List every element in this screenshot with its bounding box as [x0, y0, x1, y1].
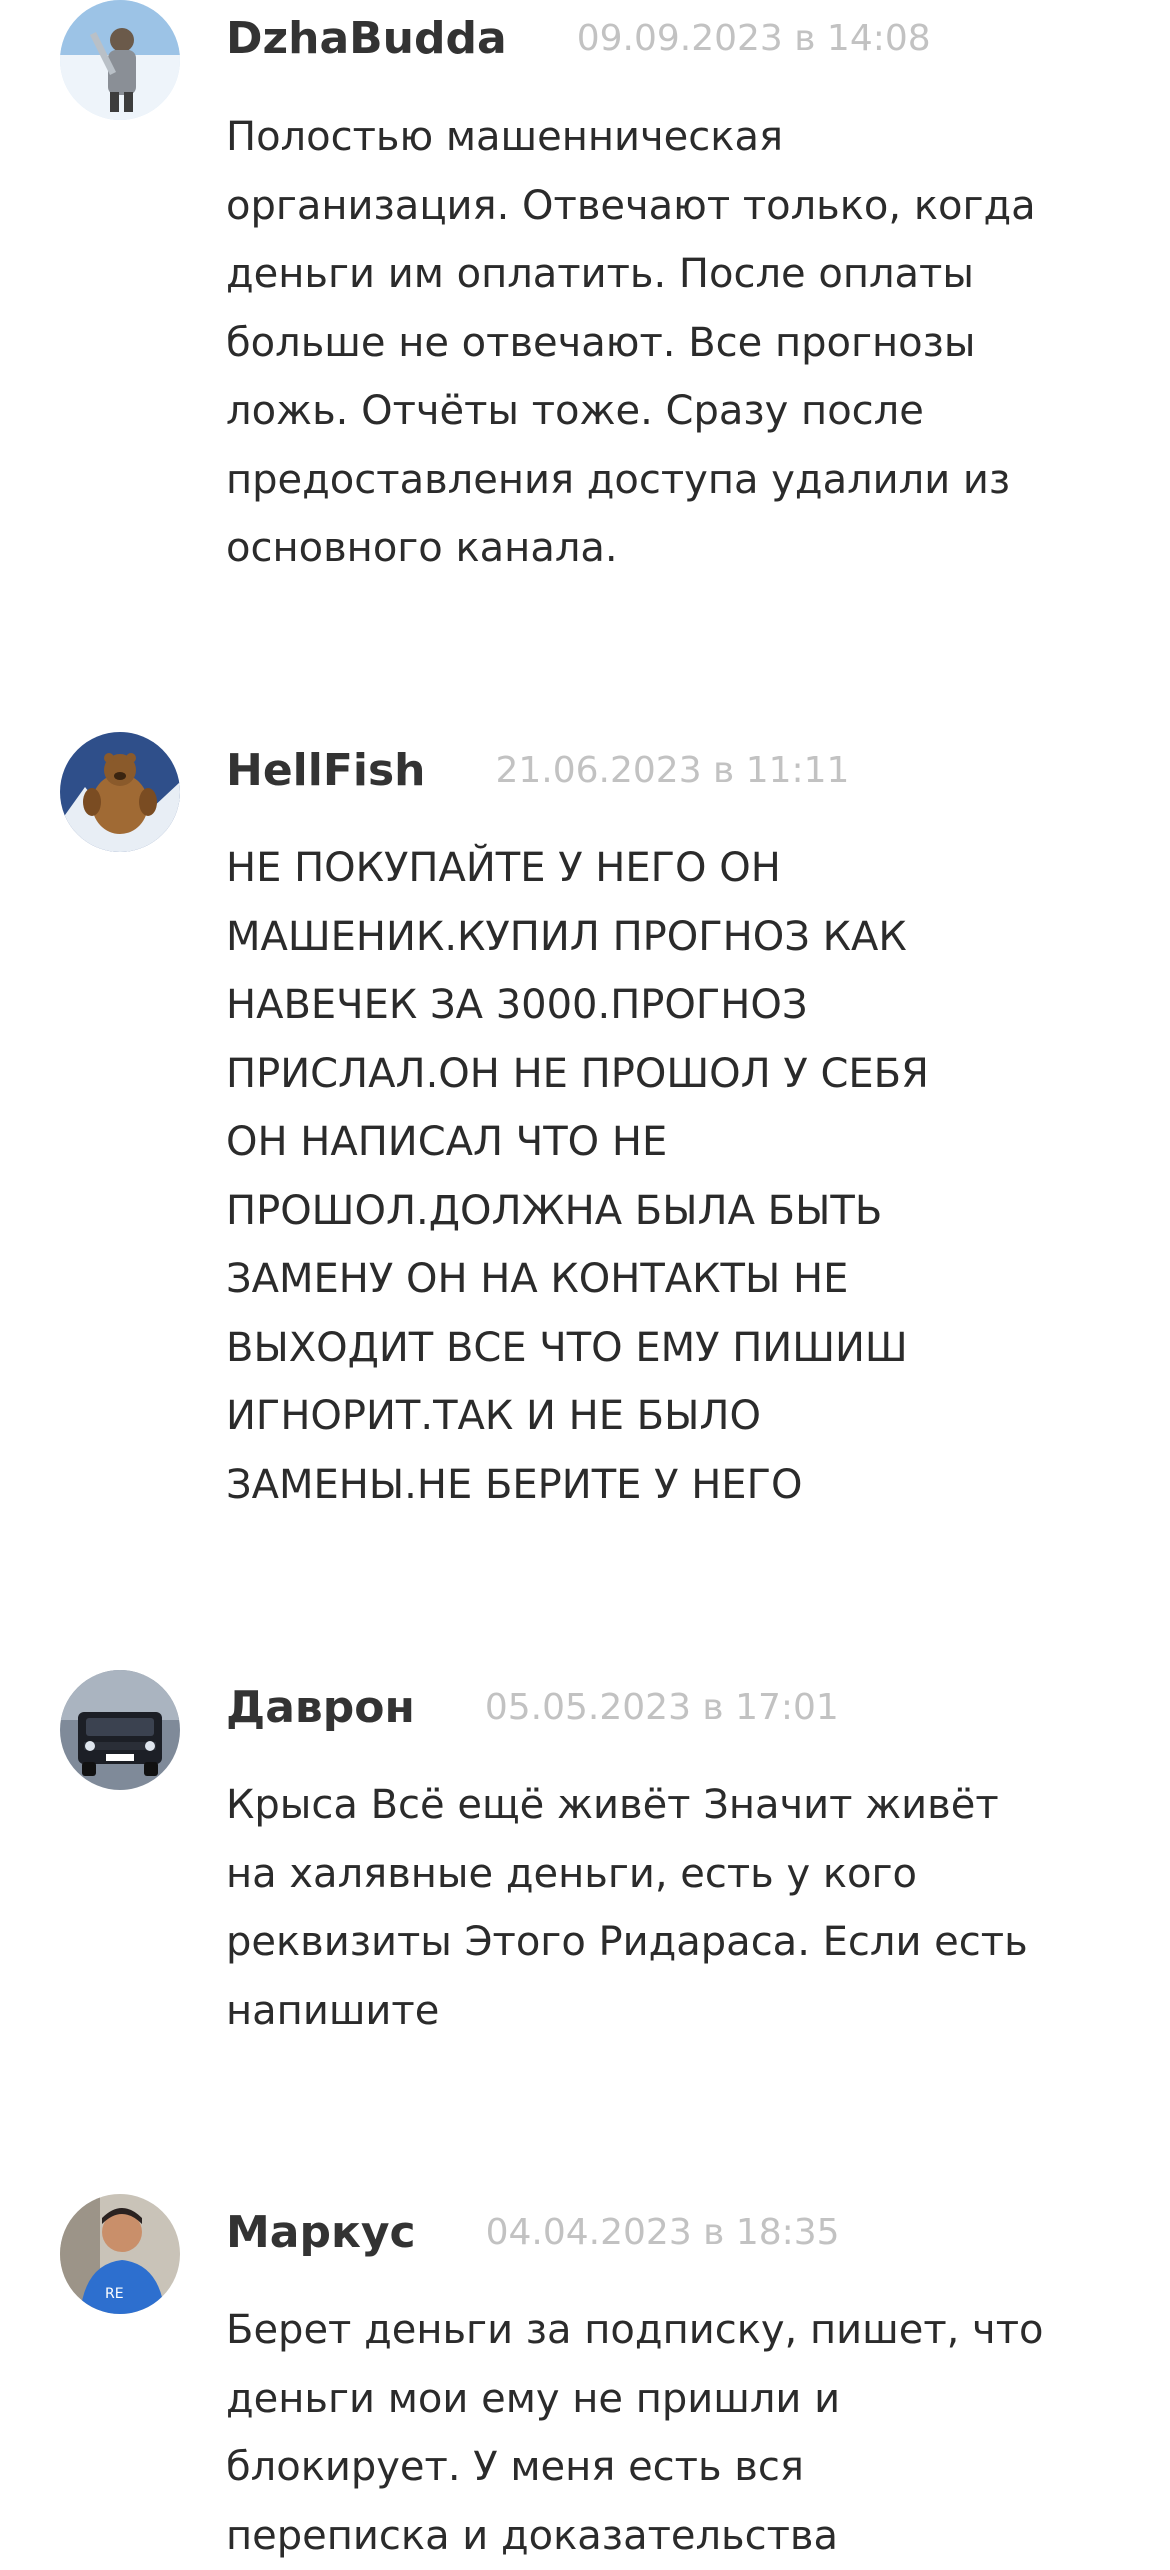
avatar-person-icon: RE	[60, 2194, 180, 2314]
comment-text: Полостью машенническая организация. Отве…	[226, 114, 1036, 571]
avatar-bear-icon	[60, 732, 180, 852]
comment-text: Крыса Всё ещё живёт Значит живёт на халя…	[226, 1782, 1028, 2034]
comment-text: Берет деньги за подписку, пишет, что ден…	[226, 2307, 1044, 2559]
user-avatar[interactable]	[60, 1670, 180, 1790]
avatar-car-icon	[60, 1670, 180, 1790]
user-avatar[interactable]: RE	[60, 2194, 180, 2314]
comment-date: 09.09.2023 в 14:08	[576, 17, 931, 59]
comment-author[interactable]: Маркус	[226, 2207, 416, 2258]
user-avatar[interactable]	[60, 0, 180, 120]
user-avatar[interactable]	[60, 732, 180, 852]
comment-date: 04.04.2023 в 18:35	[485, 2211, 840, 2253]
avatar-photo-icon	[60, 0, 180, 120]
comment-date: 21.06.2023 в 11:11	[495, 749, 850, 791]
comment-author[interactable]: Даврон	[226, 1682, 415, 1733]
comment-date: 05.05.2023 в 17:01	[484, 1686, 839, 1728]
comment-author[interactable]: HellFish	[226, 745, 425, 796]
svg-text:RE: RE	[105, 2286, 124, 2302]
comment-text: НЕ ПОКУПАЙТЕ У НЕГО ОН МАШЕНИК.КУПИЛ ПРО…	[226, 845, 929, 1508]
comment-author[interactable]: DzhaBudda	[226, 13, 507, 64]
